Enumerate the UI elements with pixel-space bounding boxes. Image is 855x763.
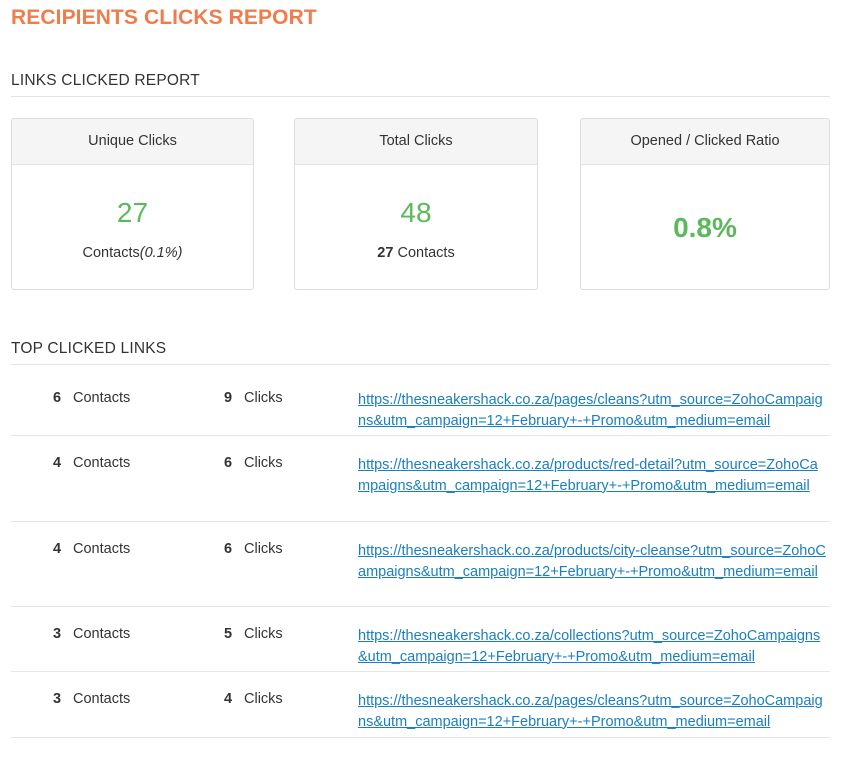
row-contacts-count: 6 [53, 390, 62, 406]
row-clicks-count: 9 [224, 390, 233, 406]
row-clicks-count: 6 [224, 455, 233, 471]
row-contacts-count: 3 [53, 626, 62, 642]
row-link[interactable]: https://thesneakershack.co.za/pages/clea… [358, 691, 828, 732]
row-contacts-count: 4 [53, 455, 62, 471]
page-title: RECIPIENTS CLICKS REPORT [11, 6, 317, 29]
top-clicked-links-heading: TOP CLICKED LINKS [11, 340, 830, 365]
row-contacts-label: Contacts [73, 541, 131, 557]
opened-clicked-ratio-body: 0.8% [581, 165, 829, 289]
total-clicks-value: 48 [400, 197, 432, 228]
row-clicks-label: Clicks [244, 455, 283, 471]
opened-clicked-ratio-label: Opened / Clicked Ratio [581, 119, 829, 165]
table-row: 3 Contacts 5 Clicks https://thesneakershac… [11, 607, 830, 672]
total-clicks-label: Total Clicks [295, 119, 537, 165]
row-contacts-label: Contacts [73, 691, 131, 707]
row-contacts: 6 Contacts [53, 390, 130, 406]
row-contacts-label: Contacts [73, 626, 131, 642]
opened-clicked-ratio-value: 0.8% [673, 212, 737, 243]
row-clicks-count: 4 [224, 691, 233, 707]
total-clicks-card: Total Clicks 48 27 Contacts [294, 118, 538, 290]
unique-clicks-label: Unique Clicks [12, 119, 253, 165]
links-clicked-report-heading: LINKS CLICKED REPORT [11, 72, 830, 97]
row-clicks: 9 Clicks [224, 390, 283, 406]
row-clicks: 6 Clicks [224, 455, 283, 471]
total-clicks-body: 48 27 Contacts [295, 165, 537, 289]
unique-clicks-card: Unique Clicks 27 Contacts(0.1%) [11, 118, 254, 290]
row-clicks-label: Clicks [244, 541, 283, 557]
row-contacts-label: Contacts [73, 390, 131, 406]
unique-clicks-percent: (0.1%) [139, 245, 183, 261]
row-contacts-label: Contacts [73, 455, 131, 471]
row-link[interactable]: https://thesneakershack.co.za/products/r… [358, 455, 828, 496]
row-link[interactable]: https://thesneakershack.co.za/collection… [358, 626, 828, 667]
row-link[interactable]: https://thesneakershack.co.za/products/c… [358, 541, 828, 582]
row-contacts-count: 3 [53, 691, 62, 707]
row-clicks-label: Clicks [244, 390, 283, 406]
table-row: 4 Contacts 6 Clicks https://thesneakershac… [11, 522, 830, 607]
row-contacts: 3 Contacts [53, 691, 130, 707]
row-clicks: 6 Clicks [224, 541, 283, 557]
unique-clicks-contacts-label: Contacts [82, 245, 140, 261]
total-clicks-contacts: 27 Contacts [295, 245, 537, 261]
total-clicks-contacts-count: 27 [377, 245, 394, 261]
row-contacts: 4 Contacts [53, 541, 130, 557]
row-clicks-label: Clicks [244, 626, 283, 642]
table-row: 3 Contacts 4 Clicks https://thesneakershac… [11, 672, 830, 738]
row-contacts: 3 Contacts [53, 626, 130, 642]
row-clicks: 5 Clicks [224, 626, 283, 642]
opened-clicked-ratio-card: Opened / Clicked Ratio 0.8% [580, 118, 830, 290]
total-clicks-contacts-label: Contacts [397, 245, 455, 261]
row-contacts: 4 Contacts [53, 455, 130, 471]
row-link[interactable]: https://thesneakershack.co.za/pages/clea… [358, 390, 828, 431]
unique-clicks-contacts: Contacts(0.1%) [12, 245, 253, 261]
row-clicks-count: 6 [224, 541, 233, 557]
top-clicked-links-table: 6 Contacts 9 Clicks https://thesneakershac… [11, 371, 830, 738]
table-row: 6 Contacts 9 Clicks https://thesneakershac… [11, 371, 830, 436]
row-contacts-count: 4 [53, 541, 62, 557]
row-clicks-count: 5 [224, 626, 233, 642]
unique-clicks-value: 27 [116, 197, 149, 228]
row-clicks-label: Clicks [244, 691, 283, 707]
unique-clicks-body: 27 Contacts(0.1%) [12, 165, 253, 289]
table-row: 4 Contacts 6 Clicks https://thesneakershac… [11, 436, 830, 522]
row-clicks: 4 Clicks [224, 691, 283, 707]
